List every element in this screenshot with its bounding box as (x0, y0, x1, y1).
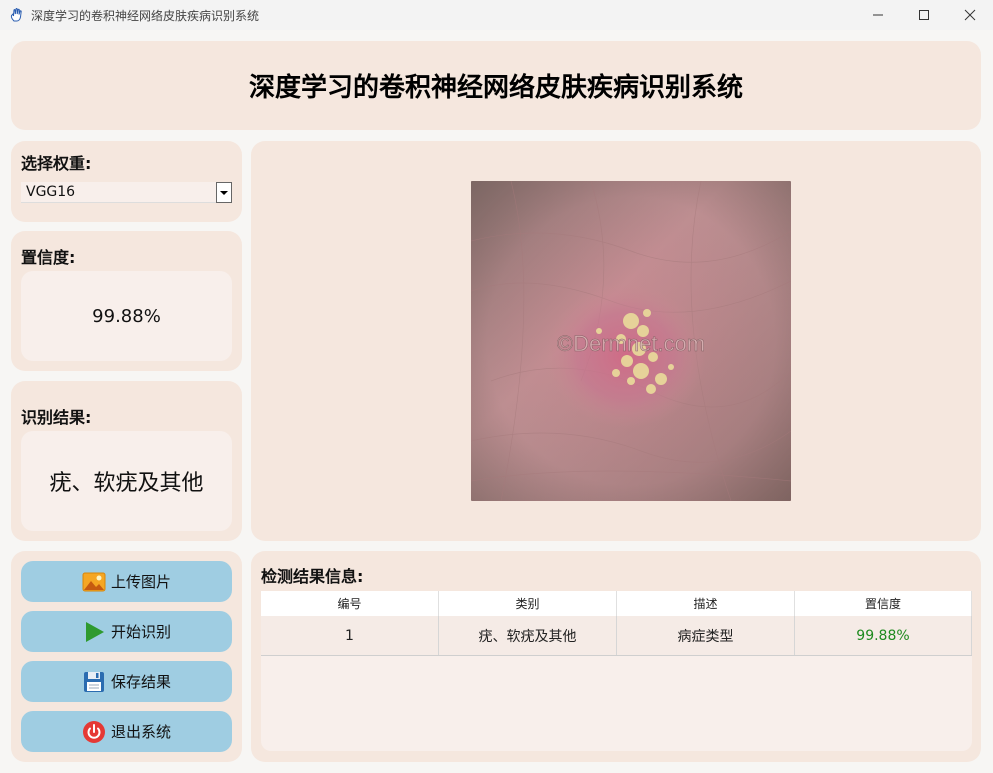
power-icon (82, 720, 106, 744)
result-label: 识别结果: (21, 408, 92, 427)
chevron-down-icon[interactable] (216, 182, 232, 203)
exit-system-button[interactable]: 退出系统 (21, 711, 232, 752)
page-title: 深度学习的卷积神经网络皮肤疾病识别系统 (248, 73, 743, 103)
table-header: 编号 类别 描述 置信度 (261, 591, 972, 616)
result-value: 疣、软疣及其他 (49, 471, 204, 496)
save-result-button[interactable]: 保存结果 (21, 661, 232, 702)
cell-id: 1 (261, 616, 439, 655)
floppy-disk-icon (82, 670, 106, 694)
header-confidence[interactable]: 置信度 (795, 591, 972, 616)
start-recognition-button[interactable]: 开始识别 (21, 611, 232, 652)
header-id[interactable]: 编号 (261, 591, 439, 616)
cell-description: 病症类型 (617, 616, 795, 655)
weight-select[interactable]: VGG16 (21, 182, 232, 203)
client-area: 深度学习的卷积神经网络皮肤疾病识别系统 选择权重: VGG16 置信度: 99.… (0, 30, 993, 773)
confidence-label: 置信度: (21, 248, 76, 267)
play-icon (82, 620, 106, 644)
cell-confidence: 99.88% (795, 616, 972, 655)
weight-panel: 选择权重: VGG16 (11, 141, 242, 222)
save-label: 保存结果 (110, 673, 171, 691)
upload-image-button[interactable]: 上传图片 (21, 561, 232, 602)
results-table: 编号 类别 描述 置信度 1 疣、软疣及其他 病症类型 99.88% (261, 591, 972, 751)
image-panel: ©Dermnet.com (251, 141, 981, 541)
image-watermark: ©Dermnet.com (557, 331, 705, 356)
start-label: 开始识别 (110, 623, 171, 641)
skin-image: ©Dermnet.com (471, 181, 791, 501)
exit-label: 退出系统 (110, 723, 171, 741)
table-row[interactable]: 1 疣、软疣及其他 病症类型 99.88% (261, 616, 972, 656)
confidence-value: 99.88% (92, 305, 161, 327)
image-icon (82, 570, 106, 594)
hand-icon (9, 7, 25, 23)
maximize-button[interactable] (901, 0, 947, 30)
table-label: 检测结果信息: (261, 567, 364, 586)
action-panel: 上传图片 开始识别 保存结果 退出系统 (11, 551, 242, 762)
detection-table-panel: 检测结果信息: 编号 类别 描述 置信度 1 疣、软疣及其他 病症类型 99.8… (251, 551, 981, 762)
cell-category: 疣、软疣及其他 (439, 616, 617, 655)
window-titlebar: 深度学习的卷积神经网络皮肤疾病识别系统 (0, 0, 993, 30)
header-category[interactable]: 类别 (439, 591, 617, 616)
result-panel: 识别结果: 疣、软疣及其他 (11, 381, 242, 541)
weight-select-value: VGG16 (26, 184, 76, 200)
upload-label: 上传图片 (110, 573, 171, 591)
window-title: 深度学习的卷积神经网络皮肤疾病识别系统 (31, 8, 260, 23)
close-button[interactable] (947, 0, 993, 30)
weight-label: 选择权重: (21, 154, 92, 173)
header-panel: 深度学习的卷积神经网络皮肤疾病识别系统 (11, 41, 981, 130)
header-description[interactable]: 描述 (617, 591, 795, 616)
minimize-button[interactable] (855, 0, 901, 30)
confidence-panel: 置信度: 99.88% (11, 231, 242, 371)
